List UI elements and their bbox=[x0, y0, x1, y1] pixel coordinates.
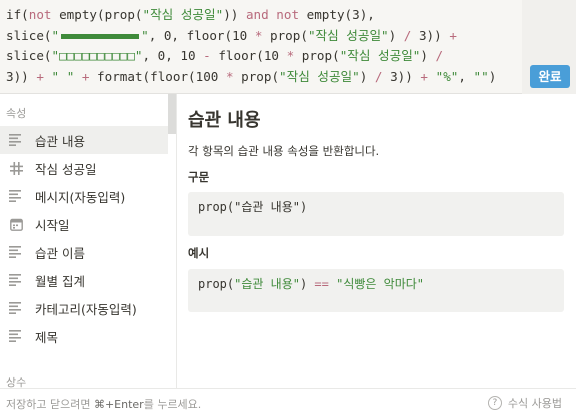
calendar-icon bbox=[8, 216, 24, 232]
text-lines-icon bbox=[8, 328, 24, 344]
code-line-1: if(not empty(prop("작심 성공일")) and not emp… bbox=[6, 7, 375, 22]
save-hint: 저장하고 닫으려면 ⌘+Enter를 누르세요. bbox=[6, 398, 202, 411]
text-lines-icon bbox=[8, 272, 24, 288]
sidebar-item-title[interactable]: 제목 bbox=[0, 322, 168, 350]
property-sidebar: 속성 습관 내용 작심 성공일 메시지(자동입력) 시작일 습관 이름 월별 집… bbox=[0, 94, 177, 388]
code-line-4: 3)) + " " + format(floor(100 * prop("작심 … bbox=[6, 68, 497, 84]
syntax-code-box: prop("습관 내용") bbox=[188, 192, 564, 236]
sidebar-item-habit-content[interactable]: 습관 내용 bbox=[0, 126, 168, 154]
property-list: 습관 내용 작심 성공일 메시지(자동입력) 시작일 습관 이름 월별 집계 카… bbox=[0, 126, 168, 350]
example-code-box: prop("습관 내용") == "식빵은 악마다" bbox=[188, 269, 564, 312]
formula-code[interactable]: if(not empty(prop("작심 성공일")) and not emp… bbox=[6, 5, 522, 87]
example-heading: 예시 bbox=[188, 246, 210, 260]
number-hash-icon bbox=[8, 160, 24, 176]
sidebar-item-label: 월별 집계 bbox=[35, 273, 85, 289]
sidebar-item-label: 메시지(자동입력) bbox=[35, 189, 126, 205]
sidebar-item-category[interactable]: 카테고리(자동입력) bbox=[0, 294, 168, 322]
sidebar-item-success-days[interactable]: 작심 성공일 bbox=[0, 154, 168, 182]
sidebar-item-label: 카테고리(자동입력) bbox=[35, 301, 137, 317]
help-label: 수식 사용법 bbox=[507, 397, 562, 410]
formula-editor[interactable]: if(not empty(prop("작심 성공일")) and not emp… bbox=[0, 0, 576, 94]
text-lines-icon bbox=[8, 132, 24, 148]
sidebar-item-label: 습관 이름 bbox=[35, 245, 85, 261]
text-lines-icon bbox=[8, 300, 24, 316]
code-line-3: slice("□□□□□□□□□□", 0, 10 - floor(10 * p… bbox=[6, 48, 444, 63]
sidebar-item-start-date[interactable]: 시작일 bbox=[0, 210, 168, 238]
help-icon: ? bbox=[487, 396, 502, 410]
code-line-2: slice(" ", 0, floor(10 * prop("작심 성공일") /… bbox=[6, 27, 457, 43]
detail-description: 각 항목의 습관 내용 속성을 반환합니다. bbox=[188, 144, 380, 158]
text-lines-icon bbox=[8, 244, 24, 260]
sidebar-item-label: 작심 성공일 bbox=[35, 161, 97, 177]
sidebar-item-habit-name[interactable]: 습관 이름 bbox=[0, 238, 168, 266]
shortcut-key: ⌘+Enter bbox=[93, 398, 144, 411]
text-lines-icon bbox=[8, 188, 24, 204]
section-label-constants: 상수 bbox=[6, 376, 27, 388]
sidebar-item-label: 제목 bbox=[35, 329, 59, 345]
done-button[interactable]: 완료 bbox=[530, 65, 570, 88]
section-label-properties: 속성 bbox=[6, 107, 27, 120]
progress-bar-glyphs bbox=[61, 33, 140, 39]
sidebar-item-monthly-total[interactable]: 월별 집계 bbox=[0, 266, 168, 294]
detail-title: 습관 내용 bbox=[188, 110, 261, 131]
formula-help-link[interactable]: ? 수식 사용법 bbox=[487, 395, 562, 411]
sidebar-item-message[interactable]: 메시지(자동입력) bbox=[0, 182, 168, 210]
sidebar-item-label: 시작일 bbox=[35, 217, 70, 233]
syntax-heading: 구문 bbox=[188, 170, 210, 184]
footer-bar: 저장하고 닫으려면 ⌘+Enter를 누르세요. ? 수식 사용법 bbox=[0, 388, 576, 416]
sidebar-item-label: 습관 내용 bbox=[35, 133, 85, 149]
sidebar-scrollbar[interactable] bbox=[168, 94, 176, 134]
property-detail-panel: 습관 내용 각 항목의 습관 내용 속성을 반환합니다. 구문 prop("습관… bbox=[177, 94, 576, 388]
syntax-code: prop("습관 내용") bbox=[198, 200, 308, 214]
